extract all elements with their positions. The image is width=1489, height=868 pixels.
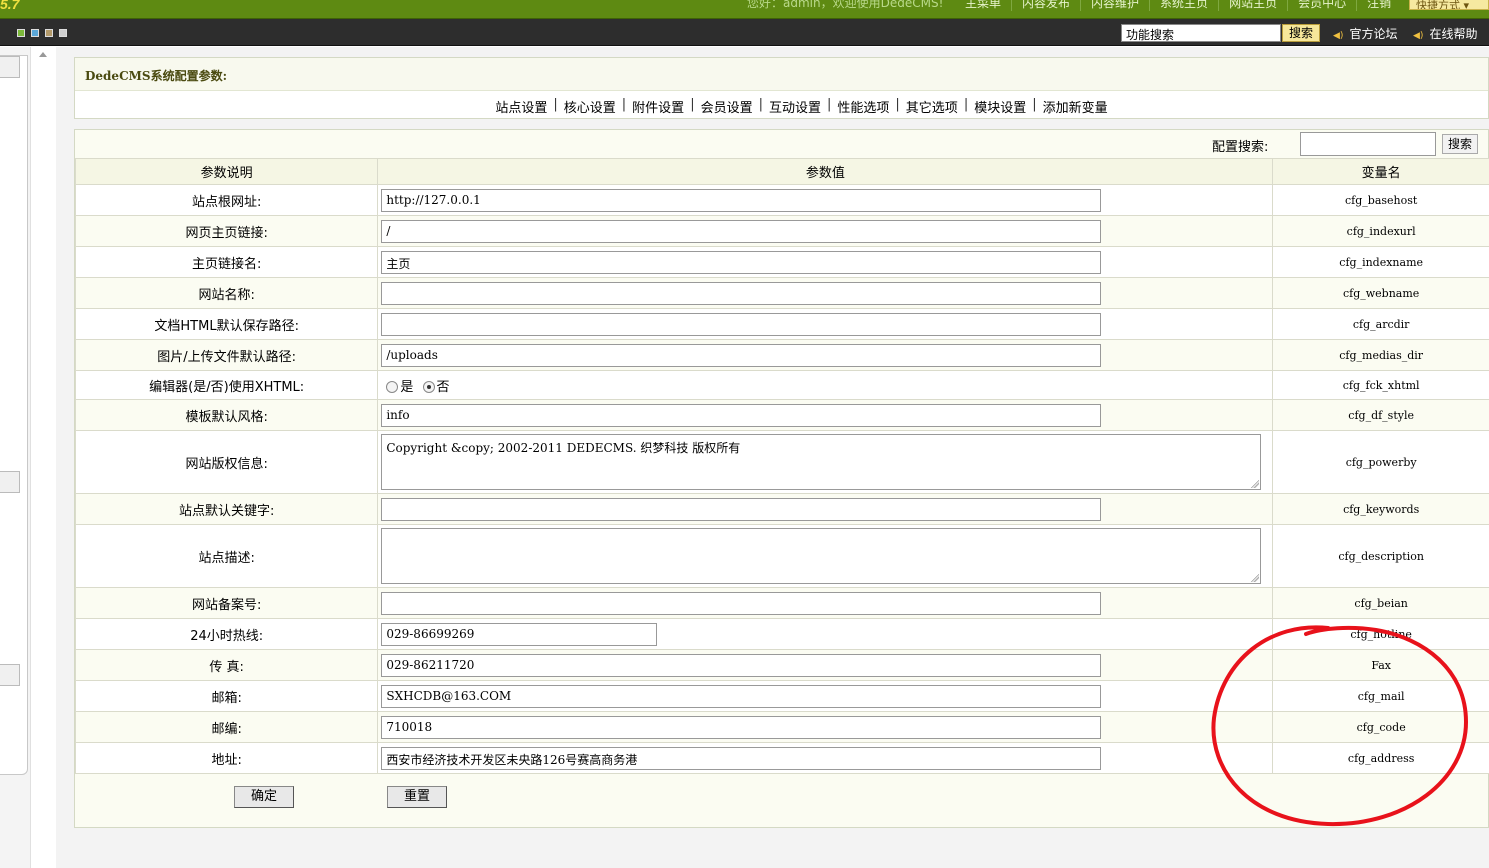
table-row: 24小时热线: 029-86699269 cfg_hotline — [74, 618, 1489, 650]
sidebar-tab[interactable] — [0, 471, 20, 493]
table-row: 站点描述: cfg_description — [74, 524, 1489, 588]
basehost-input[interactable]: http://127.0.0.1 — [381, 188, 1102, 212]
beian-input[interactable] — [381, 591, 1102, 615]
reset-button[interactable]: 重置 — [387, 786, 447, 808]
main-content: DedeCMS系统配置参数: 站点设置 | 核心设置 | 附件设置 | 会员设置 | 互… — [56, 47, 1489, 868]
config-search-bar: 配置搜索: 搜索 — [1068, 130, 1488, 158]
table-row: 站点默认关键字: cfg_keywords — [74, 493, 1489, 525]
function-search-button[interactable]: 搜索 — [1282, 24, 1320, 42]
table-row: 模板默认风格: info cfg_df_style — [74, 399, 1489, 431]
table-row: 网站版权信息: Copyright &copy; 2002-2011 DEDEC… — [74, 430, 1489, 494]
mail-input[interactable]: SXHCDB@163.COM — [381, 684, 1102, 708]
nav-system-home[interactable]: 系统主页 — [1149, 0, 1218, 11]
tab-attachment-settings[interactable]: 附件设置 — [626, 97, 690, 116]
table-row: 网站备案号: cfg_beian — [74, 587, 1489, 619]
indexname-input[interactable]: 主页 — [381, 250, 1102, 274]
tool-bar: 功能搜索 搜索 ◀) 官方论坛 ◀) 在线帮助 — [0, 19, 1489, 46]
table-row: 网站名称: cfg_webname — [74, 277, 1489, 309]
skin-brown-icon[interactable] — [45, 29, 53, 37]
nav-content-maintain[interactable]: 内容维护 — [1080, 0, 1149, 11]
config-form-panel: 配置搜索: 搜索 参数说明 参数值 变量名 站点根网址: http://127.… — [74, 129, 1489, 828]
page-title: DedeCMS系统配置参数: — [75, 58, 1488, 91]
table-row: 图片/上传文件默认路径: /uploads cfg_medias_dir — [74, 339, 1489, 371]
nav-logout[interactable]: 注销 — [1356, 0, 1401, 11]
header-value: 参数值 — [377, 158, 1274, 185]
powerby-textarea[interactable]: Copyright &copy; 2002-2011 DEDECMS. 织梦科技… — [381, 434, 1262, 490]
table-header: 参数说明 参数值 变量名 — [74, 158, 1489, 185]
speaker-icon: ◀) — [1413, 31, 1424, 41]
xhtml-yes-radio[interactable] — [386, 380, 399, 393]
skin-green-icon[interactable] — [17, 29, 25, 37]
form-buttons: 确定 重置 — [75, 770, 1489, 828]
forum-link[interactable]: ◀) 官方论坛 — [1333, 25, 1397, 42]
help-link[interactable]: ◀) 在线帮助 — [1413, 25, 1477, 42]
nav-member-center[interactable]: 会员中心 — [1287, 0, 1356, 11]
nav-main-menu[interactable]: 主菜单 — [955, 0, 1011, 11]
webname-input[interactable] — [381, 281, 1102, 305]
tab-member-settings[interactable]: 会员设置 — [695, 97, 759, 116]
welcome-text: 您好：admin，欢迎使用DedeCMS! — [747, 0, 944, 10]
table-row: 网页主页链接: / cfg_indexurl — [74, 215, 1489, 247]
scroll-up-icon[interactable] — [39, 52, 47, 57]
function-search-input[interactable]: 功能搜索 — [1121, 24, 1281, 42]
tab-performance-options[interactable]: 性能选项 — [831, 97, 895, 116]
table-row: 地址: 西安市经济技术开发区未央路126号赛高商务港 cfg_address — [74, 742, 1489, 774]
config-tabs: 站点设置 | 核心设置 | 附件设置 | 会员设置 | 互动设置 | 性能选项 | 其它选项… — [75, 91, 1488, 116]
version-label: 5.7 — [0, 0, 20, 12]
nav-site-home[interactable]: 网站主页 — [1218, 0, 1287, 11]
left-sidebar — [0, 47, 30, 868]
header-description: 参数说明 — [74, 158, 379, 185]
table-row: 文档HTML默认保存路径: cfg_arcdir — [74, 308, 1489, 340]
skin-blue-icon[interactable] — [31, 29, 39, 37]
table-row: 主页链接名: 主页 cfg_indexname — [74, 246, 1489, 278]
address-input[interactable]: 西安市经济技术开发区未央路126号赛高商务港 — [381, 746, 1102, 770]
nav-content-publish[interactable]: 内容发布 — [1011, 0, 1080, 11]
top-bar: 5.7 您好：admin，欢迎使用DedeCMS! 主菜单 内容发布 内容维护 … — [0, 0, 1489, 19]
table-row: 邮箱: SXHCDB@163.COM cfg_mail — [74, 680, 1489, 712]
sidebar-tab[interactable] — [0, 664, 20, 686]
medias-dir-input[interactable]: /uploads — [381, 343, 1102, 367]
tab-module-settings[interactable]: 模块设置 — [968, 97, 1032, 116]
postcode-input[interactable]: 710018 — [381, 715, 1102, 739]
tab-other-options[interactable]: 其它选项 — [900, 97, 964, 116]
submit-button[interactable]: 确定 — [234, 786, 294, 808]
speaker-icon: ◀) — [1333, 31, 1344, 41]
top-nav: 主菜单 内容发布 内容维护 系统主页 网站主页 会员中心 注销 — [955, 0, 1401, 11]
quick-menu-button[interactable]: 快捷方式 ▾ — [1409, 0, 1489, 10]
indexurl-input[interactable]: / — [381, 219, 1102, 243]
tab-site-settings[interactable]: 站点设置 — [489, 97, 553, 116]
skin-gray-icon[interactable] — [59, 29, 67, 37]
table-row: 邮编: 710018 cfg_code — [74, 711, 1489, 743]
tab-add-variable[interactable]: 添加新变量 — [1037, 97, 1114, 116]
tab-interaction-settings[interactable]: 互动设置 — [763, 97, 827, 116]
df-style-input[interactable]: info — [381, 403, 1102, 427]
keywords-input[interactable] — [381, 497, 1102, 521]
tab-core-settings[interactable]: 核心设置 — [558, 97, 622, 116]
header-variable: 变量名 — [1272, 158, 1489, 185]
description-textarea[interactable] — [381, 528, 1262, 584]
xhtml-no-radio[interactable] — [422, 380, 435, 393]
config-search-label: 配置搜索: — [1212, 140, 1269, 155]
config-search-button[interactable]: 搜索 — [1442, 134, 1478, 154]
sidebar-tab[interactable] — [0, 56, 20, 78]
sidebar-scrollbar[interactable] — [30, 47, 56, 868]
table-row: 传 真: 029-86211720 Fax — [74, 649, 1489, 681]
config-search-input[interactable] — [1300, 132, 1436, 156]
config-table: 参数说明 参数值 变量名 站点根网址: http://127.0.0.1 cfg… — [74, 158, 1489, 774]
config-header-panel: DedeCMS系统配置参数: 站点设置 | 核心设置 | 附件设置 | 会员设置 | 互… — [74, 57, 1489, 119]
table-row: 站点根网址: http://127.0.0.1 cfg_basehost — [74, 184, 1489, 216]
arcdir-input[interactable] — [381, 312, 1102, 336]
table-row: 编辑器(是/否)使用XHTML: 是 否 cfg_fck_xhtml — [74, 370, 1489, 400]
hotline-input[interactable]: 029-86699269 — [381, 622, 658, 646]
fax-input[interactable]: 029-86211720 — [381, 653, 1102, 677]
